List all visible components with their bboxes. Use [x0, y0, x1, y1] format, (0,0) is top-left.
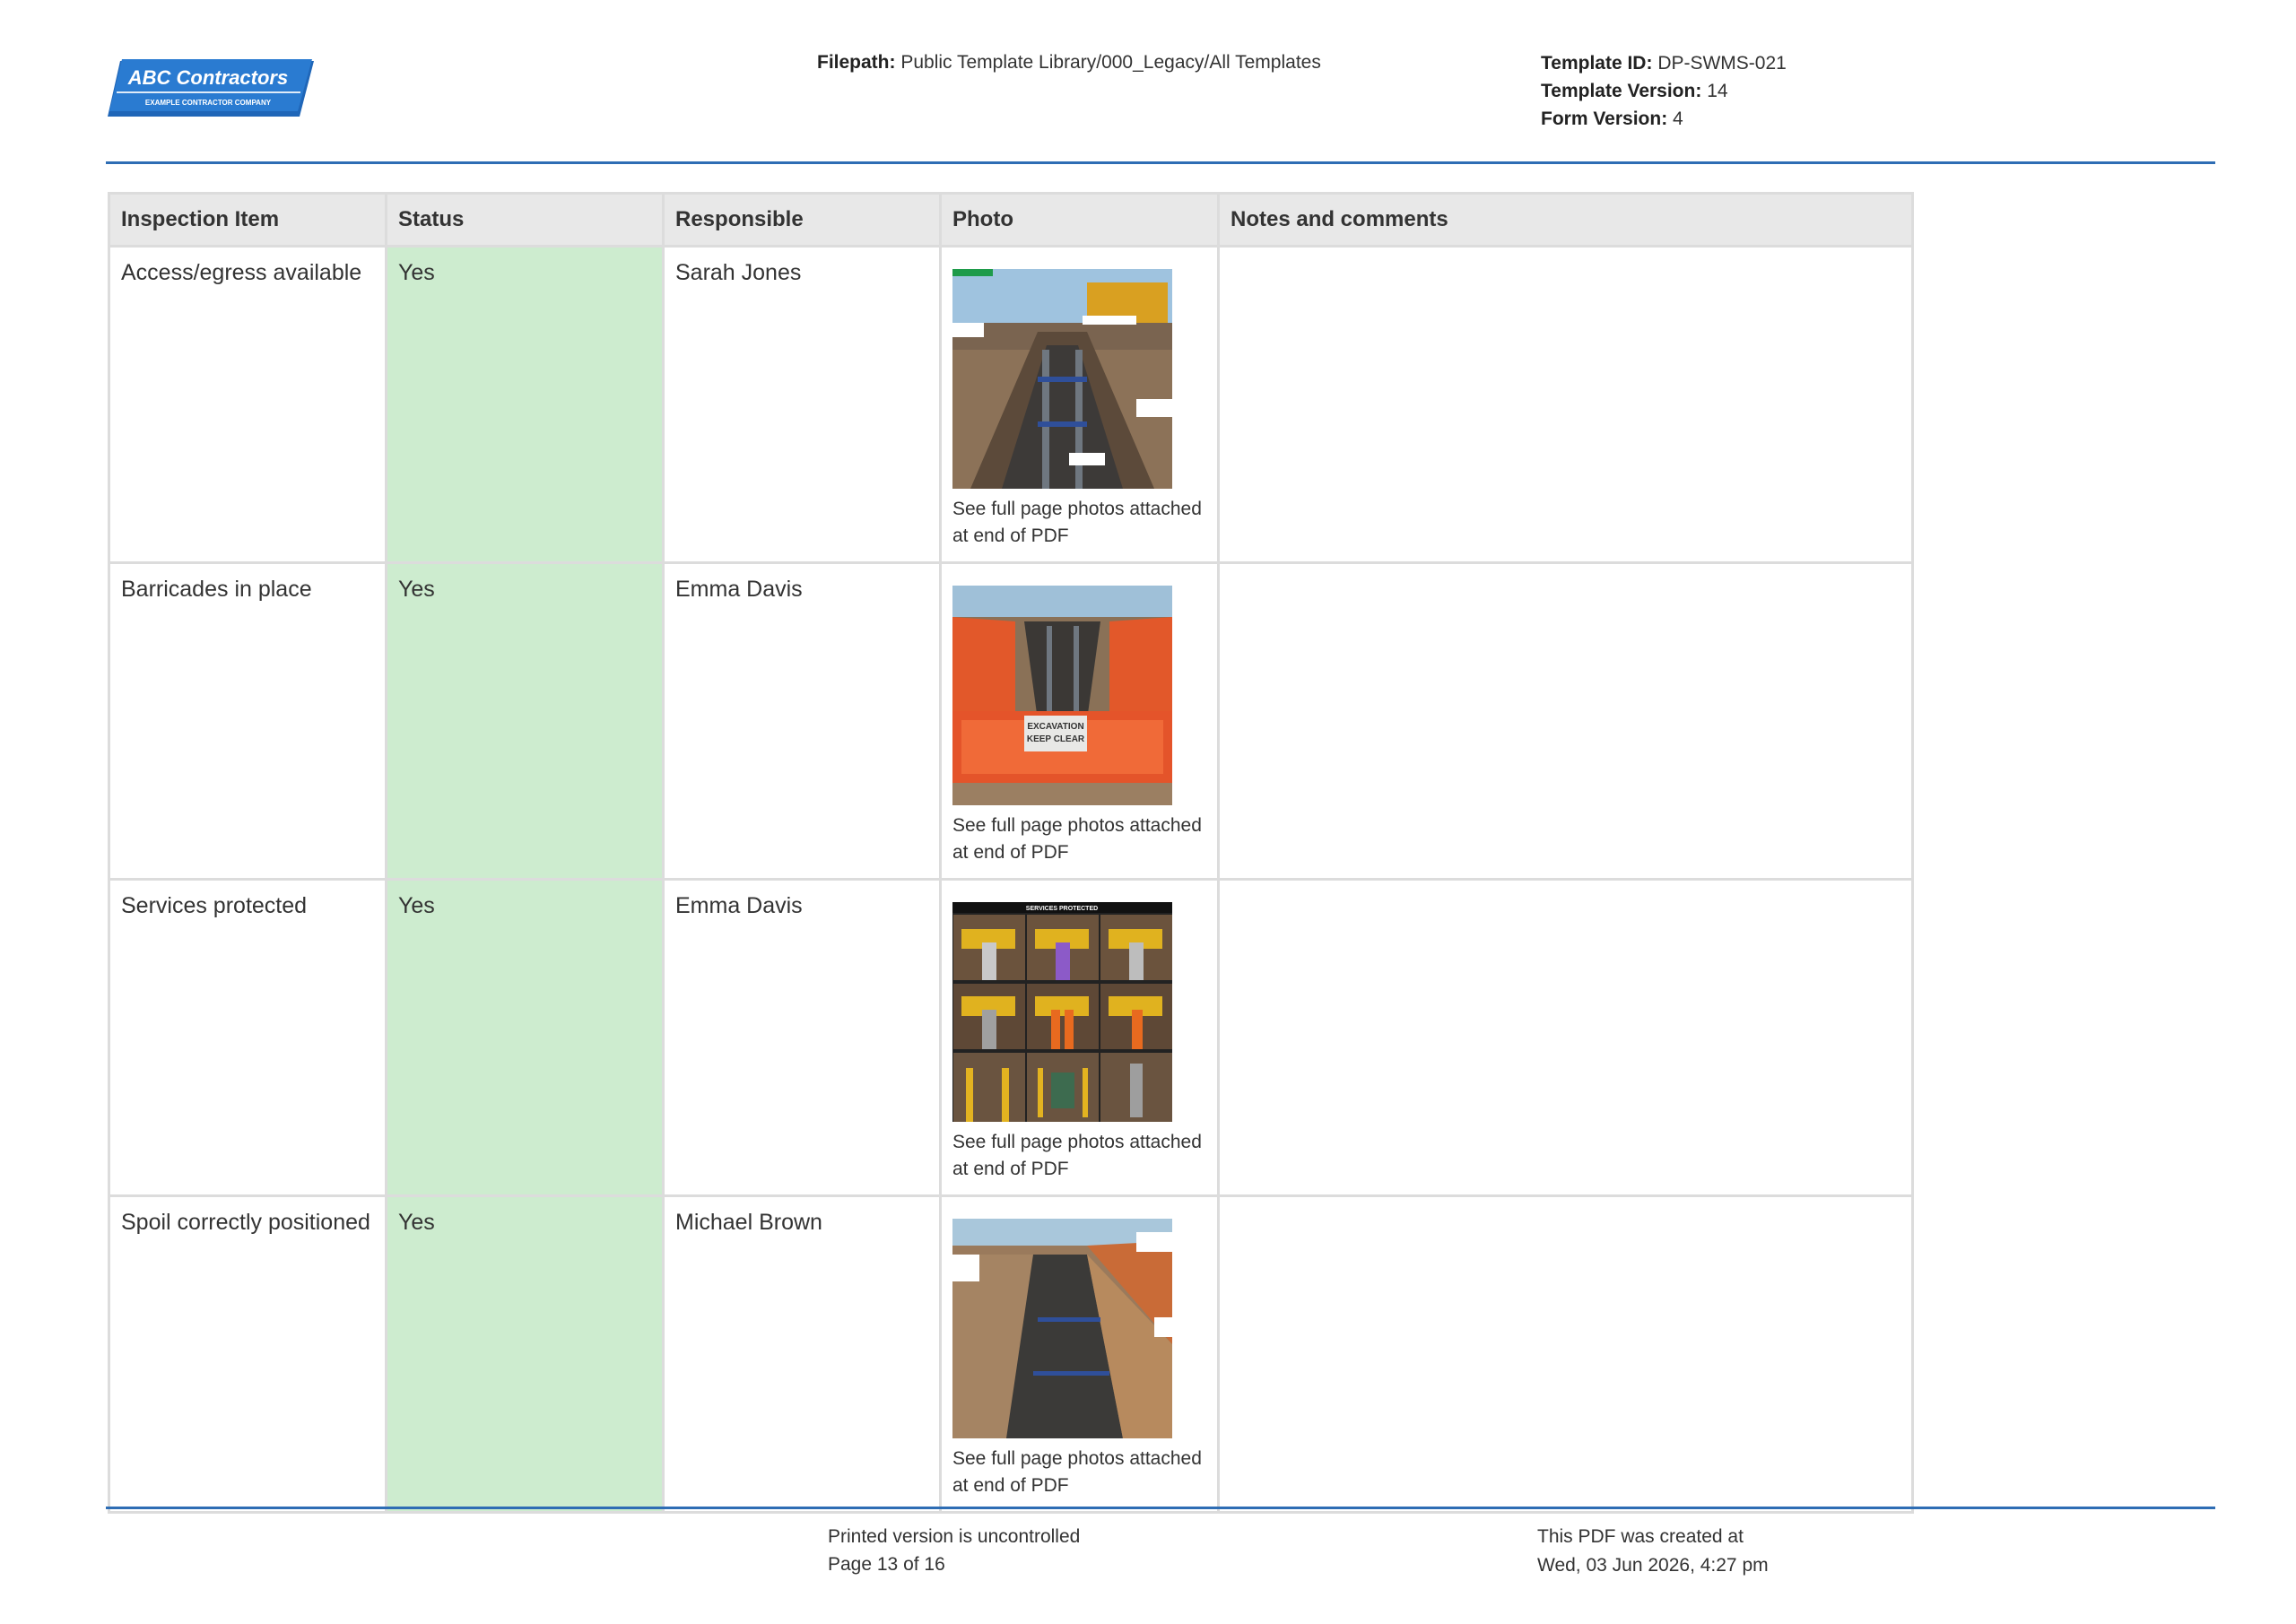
template-id-value: DP-SWMS-021 — [1657, 53, 1787, 74]
form-version: Form Version: 4 — [1541, 105, 1787, 133]
inspection-table: Inspection Item Status Responsible Photo… — [108, 192, 1914, 1514]
table-row: Services protected Yes Emma Davis SERVIC… — [108, 878, 1914, 1197]
table-row: Access/egress available Yes Sarah Jones — [108, 245, 1914, 564]
responsible-cell: Sarah Jones — [662, 245, 942, 564]
template-id-label: Template ID: — [1541, 53, 1653, 74]
notes-cell — [1217, 878, 1914, 1197]
barricade-sign-line1: EXCAVATION — [1027, 722, 1083, 732]
inspection-item-cell: Barricades in place — [108, 561, 387, 881]
filepath-label: Filepath: — [817, 52, 896, 73]
filepath-value: Public Template Library/000_Legacy/All T… — [900, 52, 1321, 73]
footer-divider — [106, 1507, 2215, 1509]
status-cell: Yes — [385, 878, 665, 1197]
photo-caption: See full page photos attached at end of … — [952, 1448, 1202, 1496]
page-number: Page 13 of 16 — [828, 1554, 945, 1575]
responsible-cell: Michael Brown — [662, 1194, 942, 1514]
photo-caption: See full page photos attached at end of … — [952, 499, 1202, 546]
trench-shoring-photo[interactable] — [952, 269, 1172, 489]
column-header-status: Status — [385, 192, 665, 248]
collage-title: SERVICES PROTECTED — [1026, 906, 1098, 912]
responsible-cell: Emma Davis — [662, 878, 942, 1197]
excavation-barricade-photo[interactable]: EXCAVATION KEEP CLEAR — [952, 586, 1172, 805]
column-header-photo: Photo — [939, 192, 1220, 248]
page-header: ABC Contractors EXAMPLE CONTRACTOR COMPA… — [0, 0, 2296, 166]
template-meta: Template ID: DP-SWMS-021 Template Versio… — [1541, 49, 1787, 133]
photo-caption: See full page photos attached at end of … — [952, 1132, 1202, 1179]
photo-caption: See full page photos attached at end of … — [952, 815, 1202, 863]
inspection-item-cell: Spoil correctly positioned — [108, 1194, 387, 1514]
photo-cell: EXCAVATION KEEP CLEAR See full page phot… — [939, 561, 1220, 881]
column-header-notes: Notes and comments — [1217, 192, 1914, 248]
column-header-responsible: Responsible — [662, 192, 942, 248]
header-divider — [106, 161, 2215, 164]
notes-cell — [1217, 245, 1914, 564]
footer-right: This PDF was created at Wed, 03 Jun 2026… — [1537, 1523, 1769, 1580]
template-id: Template ID: DP-SWMS-021 — [1541, 49, 1787, 77]
created-timestamp: Wed, 03 Jun 2026, 4:27 pm — [1537, 1555, 1769, 1576]
notes-cell — [1217, 1194, 1914, 1514]
table-row: Spoil correctly positioned Yes Michael B… — [108, 1194, 1914, 1514]
services-protected-collage-photo[interactable]: SERVICES PROTECTED — [952, 902, 1172, 1122]
template-version: Template Version: 14 — [1541, 77, 1787, 105]
status-cell: Yes — [385, 561, 665, 881]
inspection-item-cell: Access/egress available — [108, 245, 387, 564]
status-cell: Yes — [385, 245, 665, 564]
uncontrolled-notice: Printed version is uncontrolled — [828, 1526, 1081, 1547]
status-cell: Yes — [385, 1194, 665, 1514]
table-row: Barricades in place Yes Emma Davis EXCAV… — [108, 561, 1914, 881]
created-label: This PDF was created at — [1537, 1526, 1744, 1547]
form-version-label: Form Version: — [1541, 109, 1668, 129]
spoil-trench-photo[interactable] — [952, 1219, 1172, 1438]
template-version-label: Template Version: — [1541, 81, 1702, 101]
photo-cell: SERVICES PROTECTED See full page photos … — [939, 878, 1220, 1197]
barricade-sign-line2: KEEP CLEAR — [1027, 734, 1085, 744]
inspection-item-cell: Services protected — [108, 878, 387, 1197]
template-version-value: 14 — [1707, 81, 1728, 101]
photo-cell: See full page photos attached at end of … — [939, 245, 1220, 564]
responsible-cell: Emma Davis — [662, 561, 942, 881]
table-header-row: Inspection Item Status Responsible Photo… — [108, 192, 1914, 248]
filepath: Filepath: Public Template Library/000_Le… — [817, 49, 1321, 76]
photo-cell: See full page photos attached at end of … — [939, 1194, 1220, 1514]
notes-cell — [1217, 561, 1914, 881]
logo-title: ABC Contractors — [127, 66, 288, 89]
company-logo: ABC Contractors EXAMPLE CONTRACTOR COMPA… — [108, 59, 314, 117]
logo-subtitle: EXAMPLE CONTRACTOR COMPANY — [145, 99, 272, 107]
form-version-value: 4 — [1673, 109, 1683, 129]
footer-left: Printed version is uncontrolled Page 13 … — [828, 1523, 1080, 1578]
column-header-inspection-item: Inspection Item — [108, 192, 387, 248]
